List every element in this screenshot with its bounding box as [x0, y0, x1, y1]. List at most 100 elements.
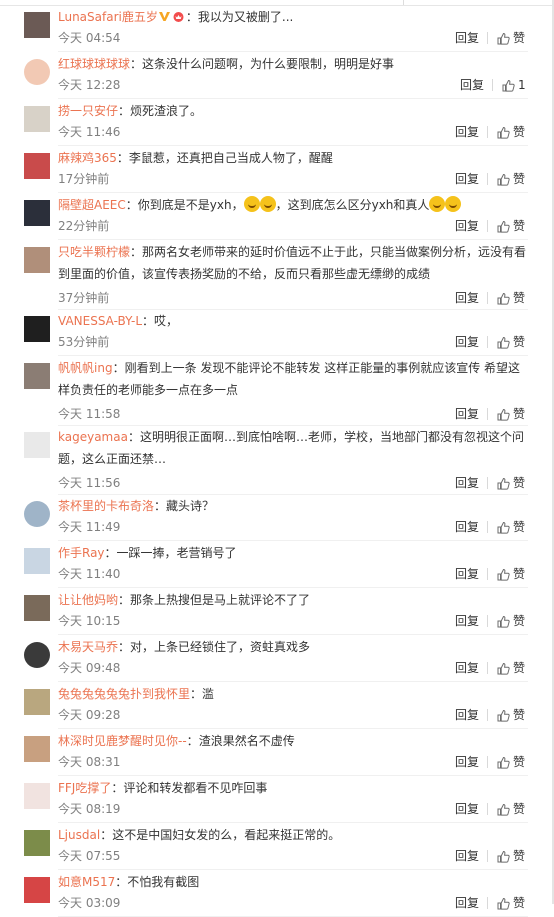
- avatar[interactable]: [24, 783, 50, 809]
- username-link[interactable]: 红球球球球球: [58, 57, 130, 71]
- username-link[interactable]: Ljusdal: [58, 828, 100, 842]
- like-button[interactable]: 赞: [497, 30, 525, 46]
- thumbs-up-icon: [497, 476, 513, 490]
- comment-separator: ：: [118, 104, 131, 118]
- reply-button[interactable]: 回复: [455, 30, 479, 46]
- reply-button[interactable]: 回复: [455, 613, 479, 629]
- comment-divider: [58, 355, 528, 356]
- username-link[interactable]: 木易天马乔: [58, 640, 118, 654]
- like-button[interactable]: 赞: [497, 801, 525, 817]
- username-link[interactable]: 如意M517: [58, 875, 115, 889]
- like-button[interactable]: 赞: [497, 171, 525, 187]
- reply-button[interactable]: 回复: [455, 475, 479, 491]
- action-separator: [487, 803, 488, 815]
- like-label: 赞: [513, 896, 526, 910]
- avatar[interactable]: [24, 548, 50, 574]
- avatar[interactable]: [24, 689, 50, 715]
- comment-separator: ：: [190, 687, 203, 701]
- reply-button[interactable]: 回复: [455, 290, 479, 306]
- member-crown-icon: [173, 12, 184, 22]
- like-button[interactable]: 1: [502, 77, 526, 93]
- comment-body: 林深时见鹿梦醒时见你--：渣浪果然名不虚传: [58, 730, 528, 752]
- action-separator: [487, 336, 488, 348]
- reply-button[interactable]: 回复: [455, 519, 479, 535]
- username-link[interactable]: 隔壁超AEEC: [58, 198, 126, 212]
- laugh-cry-emoji-icon: [445, 196, 462, 212]
- username-link[interactable]: 麻辣鸡365: [58, 151, 117, 165]
- reply-button[interactable]: 回复: [455, 848, 479, 864]
- comment-text: 对，上条已经锁住了，资蛀真戏多: [130, 640, 311, 654]
- avatar[interactable]: [24, 830, 50, 856]
- laugh-cry-emoji-icon: [429, 196, 446, 212]
- reply-button[interactable]: 回复: [455, 754, 479, 770]
- username-link[interactable]: 让让他妈哟: [58, 593, 118, 607]
- avatar[interactable]: [24, 59, 50, 85]
- like-button[interactable]: 赞: [497, 707, 525, 723]
- like-button[interactable]: 赞: [497, 566, 525, 582]
- username-link[interactable]: FFJ吃撑了: [58, 781, 111, 795]
- like-button[interactable]: 赞: [497, 519, 525, 535]
- like-label: 赞: [513, 802, 526, 816]
- like-button[interactable]: 赞: [497, 613, 525, 629]
- avatar[interactable]: [24, 432, 50, 458]
- username-link[interactable]: 只吃半颗柠檬: [58, 245, 130, 259]
- like-button[interactable]: 赞: [497, 218, 525, 234]
- reply-button[interactable]: 回复: [455, 895, 479, 911]
- avatar[interactable]: [24, 642, 50, 668]
- comment-timestamp: 今天 03:09: [58, 896, 121, 910]
- like-button[interactable]: 赞: [497, 124, 525, 140]
- like-button[interactable]: 赞: [497, 660, 525, 676]
- like-button[interactable]: 赞: [497, 406, 525, 422]
- avatar[interactable]: [24, 106, 50, 132]
- reply-button[interactable]: 回复: [455, 406, 479, 422]
- avatar[interactable]: [24, 153, 50, 179]
- username-link[interactable]: VANESSA-BY-L: [58, 314, 142, 328]
- reply-button[interactable]: 回复: [455, 566, 479, 582]
- like-button[interactable]: 赞: [497, 334, 525, 350]
- username-link[interactable]: LunaSafari鹿五岁: [58, 10, 158, 24]
- avatar[interactable]: [24, 595, 50, 621]
- comment-body: 木易天马乔：对，上条已经锁住了，资蛀真戏多: [58, 636, 528, 658]
- like-button[interactable]: 赞: [497, 895, 525, 911]
- comment-timestamp: 今天 07:55: [58, 849, 121, 863]
- thumbs-up-icon: [497, 567, 513, 581]
- comment-body: 作手Ray：一踩一捧，老营销号了: [58, 542, 528, 564]
- comment-timestamp: 今天 10:15: [58, 614, 121, 628]
- avatar[interactable]: [24, 12, 50, 38]
- avatar[interactable]: [24, 501, 50, 527]
- username-link[interactable]: 捞一只安仔: [58, 104, 118, 118]
- comment-text: 你到底是不是yxh，: [137, 198, 244, 212]
- avatar[interactable]: [24, 736, 50, 762]
- username-link[interactable]: 兔兔兔兔兔兔扑到我怀里: [58, 687, 190, 701]
- reply-button[interactable]: 回复: [455, 218, 479, 234]
- reply-button[interactable]: 回复: [460, 77, 484, 93]
- like-button[interactable]: 赞: [497, 848, 525, 864]
- like-button[interactable]: 赞: [497, 754, 525, 770]
- reply-button[interactable]: 回复: [455, 707, 479, 723]
- like-label: 赞: [513, 291, 526, 305]
- avatar[interactable]: [24, 877, 50, 903]
- username-link[interactable]: 帆帆帆ing: [58, 361, 113, 375]
- reply-button[interactable]: 回复: [455, 801, 479, 817]
- avatar[interactable]: [24, 200, 50, 226]
- reply-button[interactable]: 回复: [455, 124, 479, 140]
- reply-button[interactable]: 回复: [455, 660, 479, 676]
- comment-body: 兔兔兔兔兔兔扑到我怀里：滥: [58, 683, 528, 705]
- like-label: 赞: [513, 125, 526, 139]
- reply-button[interactable]: 回复: [455, 334, 479, 350]
- like-label: 赞: [513, 219, 526, 233]
- comment-divider: [58, 587, 528, 588]
- username-link[interactable]: 茶杯里的卡布奇洛: [58, 499, 154, 513]
- like-label: 赞: [513, 476, 526, 490]
- like-button[interactable]: 赞: [497, 290, 525, 306]
- comment-divider: [58, 98, 528, 99]
- avatar[interactable]: [24, 247, 50, 273]
- avatar[interactable]: [24, 363, 50, 389]
- thumbs-up-icon: [497, 802, 513, 816]
- username-link[interactable]: 作手Ray: [58, 546, 105, 560]
- username-link[interactable]: kageyamaa: [58, 430, 128, 444]
- like-button[interactable]: 赞: [497, 475, 525, 491]
- reply-button[interactable]: 回复: [455, 171, 479, 187]
- username-link[interactable]: 林深时见鹿梦醒时见你--: [58, 734, 187, 748]
- avatar[interactable]: [24, 316, 50, 342]
